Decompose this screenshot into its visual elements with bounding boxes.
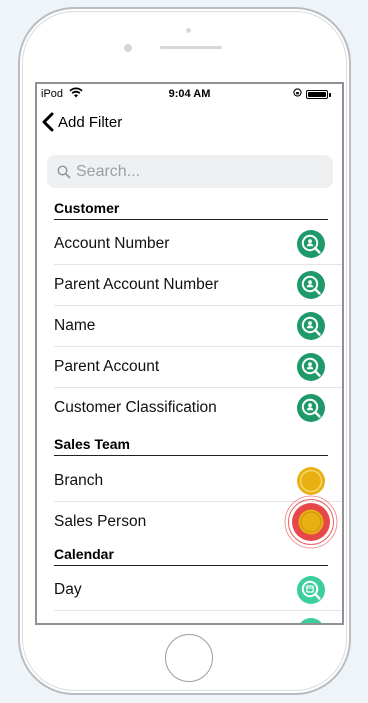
- screen: iPod 9:04 AM Add Filter Customer: [35, 82, 344, 625]
- filter-row-label: Branch: [54, 472, 104, 489]
- customer-search-icon[interactable]: [296, 393, 326, 423]
- filter-row-label: Parent Account: [54, 358, 160, 375]
- search-field[interactable]: [47, 155, 333, 188]
- filter-row-account-number[interactable]: Account Number: [37, 224, 342, 265]
- calendar-search-icon[interactable]: [296, 617, 326, 625]
- filter-row-day[interactable]: Day: [37, 570, 342, 611]
- customer-search-icon[interactable]: [296, 229, 326, 259]
- filter-row-label: Customer Classification: [54, 399, 217, 416]
- customer-search-icon[interactable]: [296, 311, 326, 341]
- proximity-sensor: [124, 44, 132, 52]
- section-header-customer: Customer: [54, 200, 328, 220]
- rotation-lock-icon: [293, 88, 302, 97]
- section-header-sales-team: Sales Team: [54, 436, 328, 456]
- customer-search-icon[interactable]: [296, 270, 326, 300]
- battery-icon: [306, 90, 331, 99]
- filter-row-label: Account Number: [54, 235, 170, 252]
- status-bar: iPod 9:04 AM: [37, 84, 342, 104]
- front-camera: [186, 28, 191, 33]
- back-button-label: Add Filter: [58, 113, 123, 131]
- filter-row-partial[interactable]: [37, 611, 342, 625]
- filter-row-label: Name: [54, 317, 96, 334]
- sales-team-icon[interactable]: [296, 466, 326, 496]
- customer-search-icon[interactable]: [296, 352, 326, 382]
- filter-row-label: Sales Person: [54, 513, 147, 530]
- section-header-calendar: Calendar: [54, 546, 328, 566]
- search-input[interactable]: [76, 162, 316, 181]
- filter-row-sales-person[interactable]: Sales Person: [37, 495, 342, 549]
- filter-row-label: Day: [54, 581, 82, 598]
- filter-row-customer-classification[interactable]: Customer Classification: [37, 388, 342, 429]
- filter-row-label: Parent Account Number: [54, 276, 219, 293]
- search-icon: [57, 164, 71, 178]
- sales-team-icon[interactable]: [296, 507, 326, 537]
- calendar-search-icon[interactable]: [296, 575, 326, 605]
- filter-row-parent-account-number[interactable]: Parent Account Number: [37, 265, 342, 306]
- filter-row-name[interactable]: Name: [37, 306, 342, 347]
- back-button[interactable]: Add Filter: [41, 112, 122, 132]
- home-button[interactable]: [165, 634, 213, 682]
- navigation-bar: Add Filter: [37, 106, 342, 138]
- chevron-left-icon: [42, 112, 54, 132]
- filter-row-parent-account[interactable]: Parent Account: [37, 347, 342, 388]
- speaker-grille: [160, 46, 222, 49]
